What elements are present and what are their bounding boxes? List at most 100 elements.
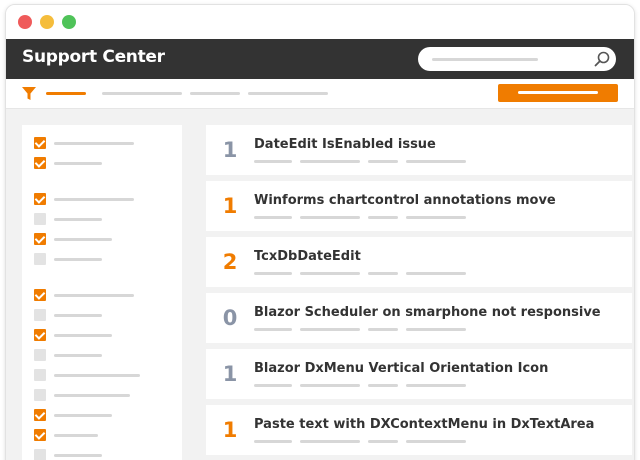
meta-placeholder-line [254,328,292,331]
sidebar-filter-item[interactable] [34,289,174,301]
meta-placeholder-line [300,216,360,219]
filter-label-placeholder [54,218,102,221]
ticket-card[interactable]: 1 Blazor DxMenu Vertical Orientation Icon [206,349,632,399]
checkbox-unchecked[interactable] [34,389,46,401]
filter-label-placeholder [54,142,134,145]
ticket-card[interactable]: 1 Winforms chartcontrol annotations move [206,181,632,231]
meta-placeholder-line [300,328,360,331]
checkbox-checked[interactable] [34,233,46,245]
tab-active-indicator[interactable] [46,92,86,95]
filter-icon[interactable] [22,87,36,101]
checkbox-unchecked[interactable] [34,349,46,361]
sidebar-filter-item[interactable] [34,409,174,421]
checkbox-unchecked[interactable] [34,449,46,460]
meta-placeholder-line [406,384,466,387]
filter-label-placeholder [54,434,98,437]
search-icon[interactable] [594,51,610,67]
sidebar-filter-item[interactable] [34,233,174,245]
meta-placeholder-line [254,272,292,275]
filter-label-placeholder [54,162,102,165]
checkbox-unchecked[interactable] [34,369,46,381]
close-window-button[interactable] [18,15,32,29]
title-bar [6,5,634,39]
sidebar-filter-item[interactable] [34,309,174,321]
checkbox-checked[interactable] [34,429,46,441]
sidebar-filter-item[interactable] [34,389,174,401]
sidebar-filter-item[interactable] [34,193,174,205]
checkbox-unchecked[interactable] [34,213,46,225]
tab-placeholder[interactable] [190,92,240,95]
meta-placeholder-line [254,384,292,387]
sidebar-filter-item[interactable] [34,349,174,361]
meta-placeholder-line [406,272,466,275]
filter-label-placeholder [54,314,102,317]
ticket-answer-count: 2 [222,250,238,274]
ticket-meta [254,216,474,219]
search-input[interactable] [418,47,616,71]
filter-label-placeholder [54,198,134,201]
checkbox-checked[interactable] [34,329,46,341]
checkbox-checked[interactable] [34,157,46,169]
maximize-window-button[interactable] [62,15,76,29]
toolbar [6,79,634,109]
sidebar-filter-item[interactable] [34,157,174,169]
checkbox-unchecked[interactable] [34,309,46,321]
sidebar-filter-item[interactable] [34,213,174,225]
meta-placeholder-line [368,328,398,331]
filter-label-placeholder [54,394,130,397]
ticket-card[interactable]: 1 DateEdit IsEnabled issue [206,125,632,175]
ticket-title[interactable]: DateEdit IsEnabled issue [254,137,436,152]
sidebar-filter-item[interactable] [34,429,174,441]
meta-placeholder-line [368,384,398,387]
sidebar-filter-item[interactable] [34,137,174,149]
meta-placeholder-line [406,160,466,163]
sidebar-filter-item[interactable] [34,369,174,381]
primary-action-button[interactable] [498,84,618,102]
filter-label-placeholder [54,414,112,417]
sidebar-filter-item[interactable] [34,449,174,460]
filter-label-placeholder [54,454,102,457]
filter-label-placeholder [54,238,112,241]
meta-placeholder-line [368,440,398,443]
search-placeholder-line [432,58,538,61]
ticket-card[interactable]: 2 TcxDbDateEdit [206,237,632,287]
ticket-card[interactable]: 0 Blazor Scheduler on smarphone not respo… [206,293,632,343]
checkbox-checked[interactable] [34,193,46,205]
filter-label-placeholder [54,294,134,297]
app-window: Support Center 1 DateEdit IsEnabled issue… [5,4,635,460]
meta-placeholder-line [406,328,466,331]
ticket-title[interactable]: Blazor DxMenu Vertical Orientation Icon [254,361,548,376]
ticket-title[interactable]: TcxDbDateEdit [254,249,361,264]
ticket-title[interactable]: Winforms chartcontrol annotations move [254,193,556,208]
ticket-answer-count: 1 [222,138,238,162]
meta-placeholder-line [368,160,398,163]
ticket-answer-count: 1 [222,194,238,218]
meta-placeholder-line [406,440,466,443]
tab-placeholder[interactable] [248,92,328,95]
tab-placeholder[interactable] [102,92,182,95]
filter-sidebar [22,125,182,460]
ticket-title[interactable]: Paste text with DXContextMenu in DxTextA… [254,417,594,432]
meta-placeholder-line [254,216,292,219]
ticket-title[interactable]: Blazor Scheduler on smarphone not respon… [254,305,601,320]
ticket-answer-count: 1 [222,418,238,442]
ticket-answer-count: 0 [222,306,238,330]
checkbox-checked[interactable] [34,409,46,421]
meta-placeholder-line [300,384,360,387]
checkbox-checked[interactable] [34,137,46,149]
main-content: 1 DateEdit IsEnabled issue 1 Winforms chart… [6,109,634,460]
sidebar-filter-item[interactable] [34,329,174,341]
ticket-meta [254,384,474,387]
minimize-window-button[interactable] [40,15,54,29]
meta-placeholder-line [368,216,398,219]
ticket-meta [254,440,474,443]
filter-label-placeholder [54,334,112,337]
button-label-placeholder [518,91,598,94]
sidebar-filter-item[interactable] [34,253,174,265]
checkbox-unchecked[interactable] [34,253,46,265]
page-title: Support Center [22,47,165,67]
ticket-card[interactable]: 1 Paste text with DXContextMenu in DxText… [206,405,632,455]
checkbox-checked[interactable] [34,289,46,301]
meta-placeholder-line [300,160,360,163]
app-header: Support Center [6,39,634,79]
